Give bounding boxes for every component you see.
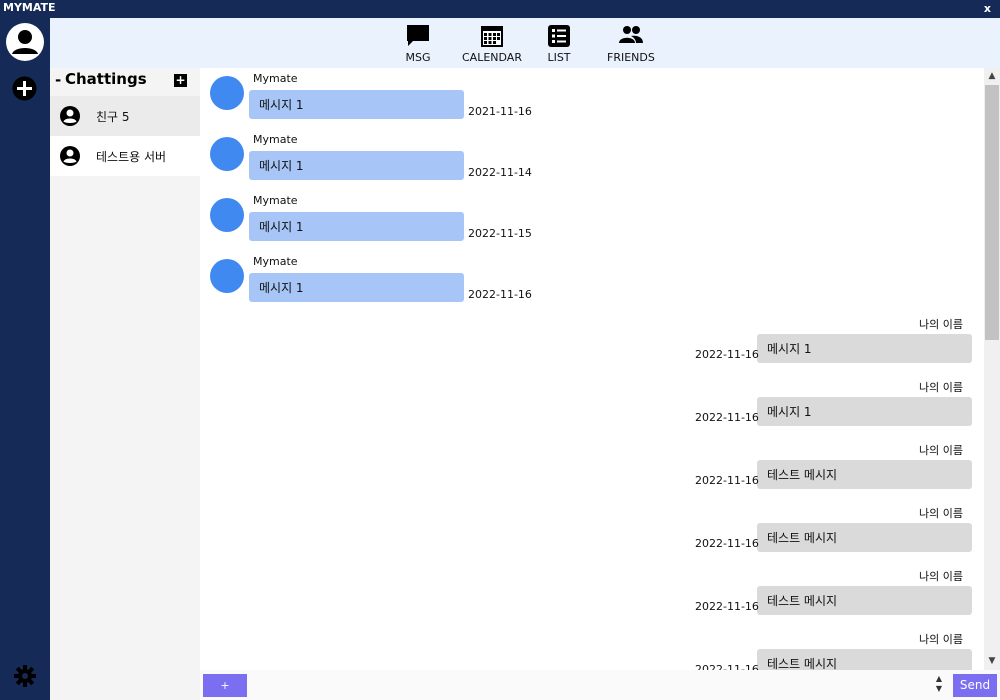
sender-name: Mymate [253,72,298,85]
left-rail [0,18,50,700]
sender-name: 나의 이름 [919,381,963,394]
nav-calendar-label: CALENDAR [462,51,522,64]
message-date: 2021-11-16 [468,105,532,118]
sender-name: Mymate [253,194,298,207]
message-bubble: 메시지 1 [249,151,464,180]
nav-list-label: LIST [547,51,571,64]
scroll-thumb[interactable] [985,85,999,340]
add-circle-icon[interactable] [12,76,37,101]
friends-icon [618,26,643,43]
scroll-up-arrow-icon[interactable]: ▲ [984,68,1000,85]
chat-item-name: 친구 5 [96,110,130,124]
sidebar-title: Chattings [65,70,147,88]
gear-icon[interactable] [14,665,36,687]
message-bubble: 테스트 메시지 [757,523,972,552]
message-bubble: 테스트 메시지 [757,460,972,489]
sender-name: 나의 이름 [919,633,963,646]
sender-avatar [210,76,244,110]
nav-list[interactable]: LIST [547,24,571,64]
send-button[interactable]: Send [953,674,997,697]
top-nav: MSG CALENDAR LIST FRIENDS [50,18,1000,68]
collapse-toggle[interactable]: - [55,71,61,89]
message-date: 2022-11-16 [695,411,759,424]
sender-avatar [210,137,244,171]
message-bubble: 메시지 1 [757,397,972,426]
add-chat-button[interactable]: + [174,74,187,87]
sidebar-header: - Chattings + [50,68,200,96]
sender-name: Mymate [253,133,298,146]
chat-bubble-icon [407,25,429,46]
chat-item-name: 테스트용 서버 [96,150,167,164]
composer-bar: + ▲ ▼ Send [200,670,1000,700]
user-circle-icon [60,146,80,166]
message-bubble: 메시지 1 [249,273,464,302]
message-date: 2022-11-15 [468,227,532,240]
nav-friends-label: FRIENDS [607,51,655,64]
message-date: 2022-11-16 [695,348,759,361]
message-list: Mymate 메시지 1 2021-11-16 Mymate 메시지 1 202… [200,68,984,670]
scroll-down-arrow-icon[interactable]: ▼ [984,653,1000,670]
title-bar: MYMATE x [0,0,1000,18]
nav-friends[interactable]: FRIENDS [607,24,655,64]
sender-avatar [210,198,244,232]
calendar-icon [480,26,503,47]
message-bubble: 메시지 1 [249,90,464,119]
nav-calendar[interactable]: CALENDAR [462,24,522,64]
sender-name: 나의 이름 [919,444,963,457]
sender-avatar [210,259,244,293]
chat-item[interactable]: 친구 5 [50,96,200,136]
spinner-down-icon[interactable]: ▼ [933,684,945,694]
chat-sidebar: - Chattings + 친구 5 테스트용 서버 [50,68,200,700]
message-date: 2022-11-16 [468,288,532,301]
input-spinner[interactable]: ▲ ▼ [933,674,945,697]
sender-name: Mymate [253,255,298,268]
message-bubble: 메시지 1 [249,212,464,241]
list-icon [548,25,570,47]
close-button[interactable]: x [984,2,991,15]
sender-name: 나의 이름 [919,318,963,331]
message-date: 2022-11-16 [695,474,759,487]
chat-item[interactable]: 테스트용 서버 [50,136,200,176]
message-date: 2022-11-16 [695,600,759,613]
message-date: 2022-11-16 [695,537,759,550]
sender-name: 나의 이름 [919,507,963,520]
nav-msg-label: MSG [405,51,431,64]
nav-msg[interactable]: MSG [405,24,431,64]
message-date: 2022-11-14 [468,166,532,179]
attach-button[interactable]: + [203,674,247,697]
user-circle-icon [60,106,80,126]
spinner-up-icon[interactable]: ▲ [933,674,945,684]
message-bubble: 테스트 메시지 [757,649,972,670]
app-title: MYMATE [3,1,56,14]
user-avatar-icon[interactable] [6,23,44,61]
message-bubble: 테스트 메시지 [757,586,972,615]
message-scrollbar[interactable]: ▲ ▼ [984,68,1000,670]
message-date: 2022-11-16 [695,663,759,670]
message-bubble: 메시지 1 [757,334,972,363]
sender-name: 나의 이름 [919,570,963,583]
